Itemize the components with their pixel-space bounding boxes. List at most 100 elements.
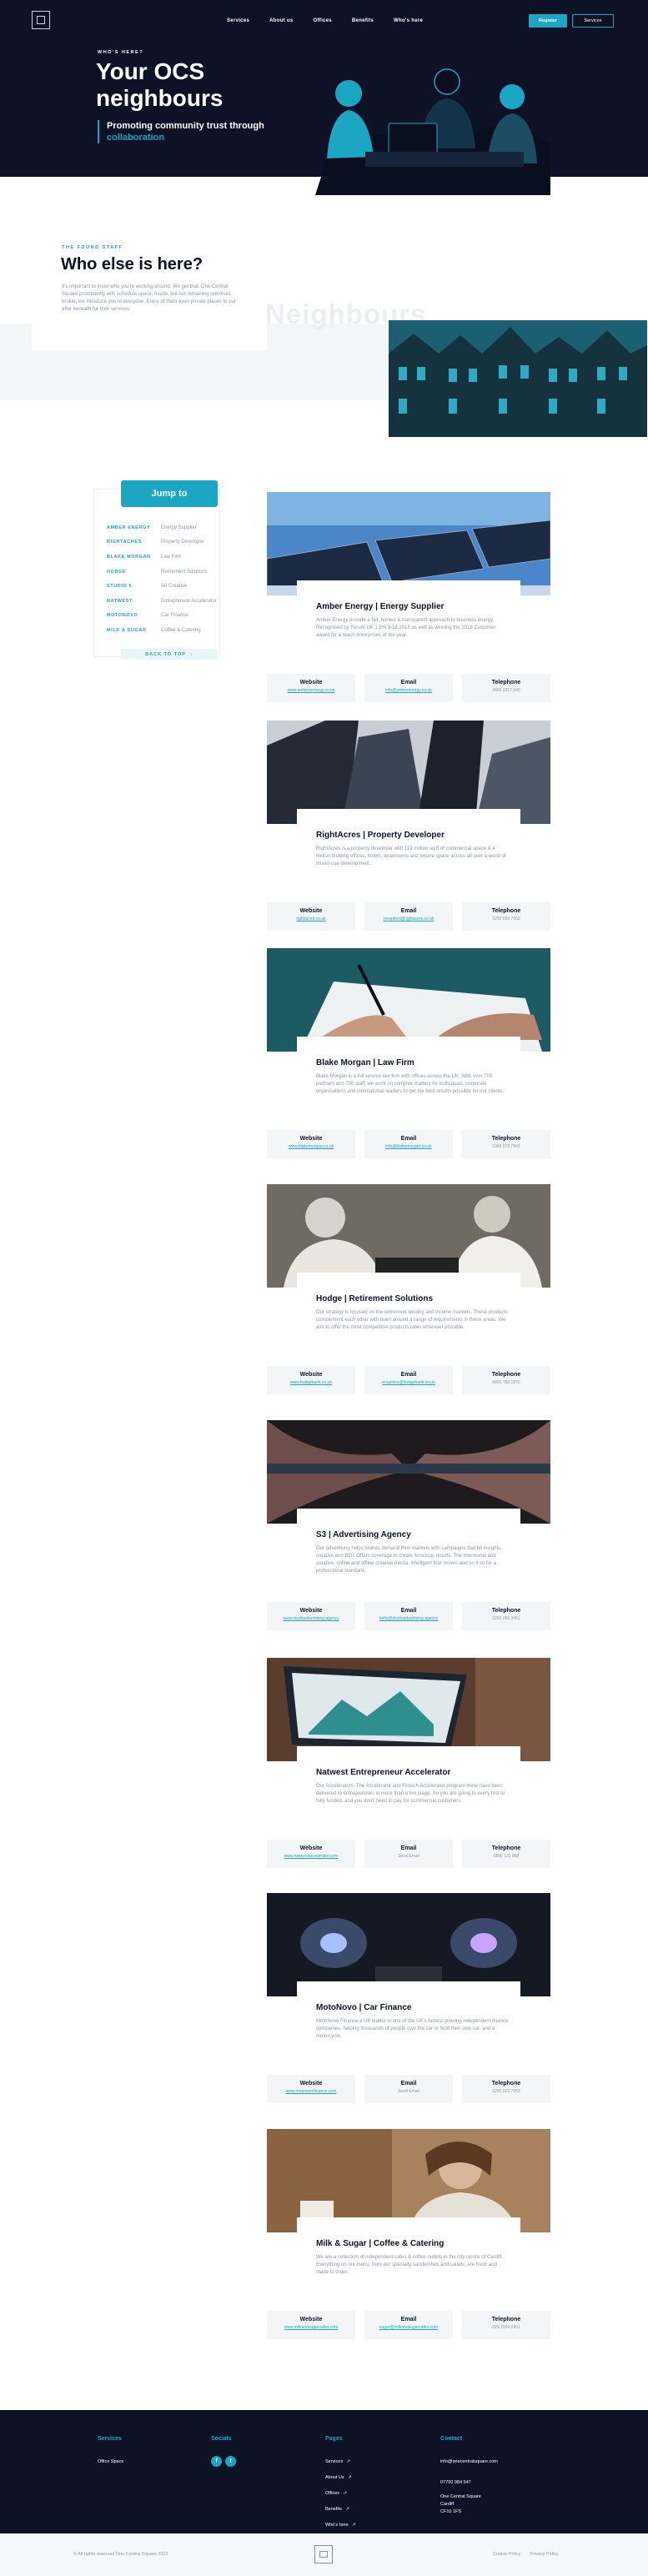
website-label: Website	[299, 2317, 323, 2322]
jump-item[interactable]: MILK & SUGAR Coffee & Catering	[107, 623, 217, 638]
telephone-box: Telephone 0292 066 3461	[462, 1602, 550, 1630]
website-label: Website	[299, 2081, 323, 2086]
email-label: Email	[400, 908, 417, 914]
email-link[interactable]: reception@rightacres.co.uk	[364, 916, 453, 921]
jump-item[interactable]: MOTONOVO Car Finance	[107, 609, 217, 624]
jump-item[interactable]: AMBER ENERGY Energy Supplier	[107, 520, 217, 535]
back-to-top-label: BACK TO TOP	[145, 651, 186, 657]
email-link[interactable]: hello@studioadvertising.agency	[364, 1616, 453, 1621]
footer-services-heading: Services	[98, 2436, 122, 2442]
email-box: Email Send Email	[364, 1840, 453, 1868]
telephone-box: Telephone 0800 2317 640	[462, 674, 550, 702]
footer-link-offices[interactable]: Offices	[325, 2491, 339, 2496]
jump-company: BLAKE MORGAN	[107, 554, 151, 560]
footer-link-services[interactable]: Services	[325, 2459, 343, 2464]
hero-title: Your OCS neighbours	[96, 58, 224, 111]
telephone-label: Telephone	[491, 908, 521, 914]
email-link[interactable]: enquiries@hodgebank.co.uk	[364, 1380, 453, 1385]
jump-company: MOTONOVO	[107, 613, 138, 619]
telephone-value: 0345 873 7843	[492, 1144, 520, 1149]
arrow-icon: ↗	[346, 2459, 351, 2464]
website-box: Website www.motonovofinance.com	[267, 2075, 355, 2103]
services-button[interactable]: Services	[572, 14, 614, 28]
copyright-text: All rights reserved One Central Square 2…	[78, 2552, 168, 2557]
website-link[interactable]: www.motonovofinance.com	[267, 2089, 355, 2094]
website-link[interactable]: www.blakemorgan.co.uk	[267, 1144, 355, 1149]
footer-contact: Contact info@onecentralsquare.com 07700 …	[440, 2436, 498, 2516]
footer-link-benefits[interactable]: Benefits	[325, 2507, 342, 2512]
company-title: RightAcres | Property Developer	[316, 831, 445, 840]
website-label: Website	[299, 1136, 323, 1142]
hero-subtitle-line: Promoting community trust through	[107, 121, 264, 131]
footer-email-link[interactable]: info@onecentralsquare.com	[440, 2459, 498, 2464]
website-box: Website www.blakemorgan.co.uk	[267, 1130, 355, 1158]
nav-benefits[interactable]: Benefits	[352, 18, 374, 23]
email-label: Email	[400, 2081, 417, 2086]
intro-title: Who else is here?	[61, 255, 203, 274]
website-box: Website www.hodgebank.co.uk	[267, 1366, 355, 1394]
nav-about[interactable]: About us	[269, 18, 293, 23]
company-card-amber-energy: Amber Energy | Energy Supplier Amber Ene…	[267, 492, 550, 727]
website-link[interactable]: www.ambersenergy.co.uk	[267, 688, 355, 693]
company-description: Our Accelerators. The Accelerator and Fi…	[316, 1784, 505, 1804]
email-link[interactable]: info@blakemorgan.co.uk	[364, 1144, 453, 1149]
send-email-link[interactable]: Send Email	[364, 1854, 453, 1859]
website-link[interactable]: www.natwestaccelerator.com	[267, 1854, 355, 1859]
email-box: Email hello@studioadvertising.agency	[364, 1602, 453, 1630]
telephone-value: 0800 2317 640	[492, 688, 520, 693]
footer-link-office-space[interactable]: Office Space	[98, 2459, 123, 2464]
footer-phone-link[interactable]: 07700 984 547	[440, 2480, 471, 2485]
website-box: Website www.ambersenergy.co.uk	[267, 674, 355, 702]
company-card-blake-morgan: Blake Morgan | Law Firm Blake Morgan is …	[267, 948, 550, 1183]
nav-whos-here[interactable]: Who's here	[394, 18, 423, 23]
hero-people-illustration	[315, 68, 550, 195]
footer-logo[interactable]	[314, 2545, 333, 2563]
footer-socials: Socials ft	[211, 2436, 239, 2467]
email-box: Email sugar@milkandsugarcafes.com	[364, 2311, 453, 2339]
houses-image	[389, 320, 647, 437]
send-email-link[interactable]: Send Email	[364, 2089, 453, 2094]
footer-address: One Central Square Cardiff CF10 1FS	[440, 2493, 498, 2516]
telephone-label: Telephone	[491, 1608, 521, 1614]
address-line: CF10 1FS	[440, 2509, 462, 2514]
privacy-policy-link[interactable]: Privacy Policy	[530, 2552, 558, 2557]
website-link[interactable]: www.hodgebank.co.uk	[267, 1380, 355, 1385]
nav-offices[interactable]: Offices	[314, 18, 332, 23]
email-link[interactable]: sugar@milkandsugarcafes.com	[364, 2325, 453, 2330]
telephone-label: Telephone	[491, 1136, 521, 1142]
register-button[interactable]: Register	[529, 14, 567, 28]
website-link[interactable]: www.studioadvertising.agency	[267, 1616, 355, 1621]
jump-item[interactable]: RIGHTACRES Property Developer	[107, 535, 217, 550]
jump-to-button[interactable]: Jump to	[121, 480, 218, 507]
jump-item[interactable]: STUDIO 5 Ad Creative	[107, 579, 217, 594]
twitter-icon[interactable]: t	[225, 2456, 236, 2467]
facebook-icon[interactable]: f	[211, 2456, 222, 2467]
company-description: MotoNovo Finance a UK leader in one of t…	[316, 2019, 509, 2039]
telephone-box: Telephone 0345 873 7843	[462, 1130, 550, 1158]
website-link[interactable]: www.milkandsugarcafes.com	[267, 2325, 355, 2330]
website-label: Website	[299, 1845, 323, 1851]
footer-services: Services Office Space	[98, 2436, 123, 2468]
nav-services[interactable]: Services	[227, 18, 249, 23]
jump-item[interactable]: BLAKE MORGAN Law Firm	[107, 550, 217, 565]
website-link[interactable]: rightacres.co.uk	[267, 916, 355, 921]
footer-link-about[interactable]: About Us	[325, 2475, 344, 2480]
site-logo[interactable]	[32, 11, 50, 29]
arrow-up-icon: ↑	[190, 651, 193, 657]
website-label: Website	[299, 1372, 323, 1378]
footer-link-whos-here[interactable]: Who's here	[325, 2523, 349, 2528]
jump-item[interactable]: NATWEST Entrepreneur Accelerator	[107, 594, 217, 609]
back-to-top-button[interactable]: BACK TO TOP ↑	[121, 649, 218, 660]
website-label: Website	[299, 1608, 323, 1614]
company-card-motonovo: MotoNovo | Car Finance MotoNovo Finance …	[267, 1893, 550, 2128]
email-link[interactable]: info@amberenergy.co.uk	[364, 688, 453, 693]
email-box: Email reception@rightacres.co.uk	[364, 902, 453, 931]
cookie-policy-link[interactable]: Cookie Policy	[493, 2552, 520, 2557]
company-description: RightAcres is a property developer with …	[316, 846, 506, 866]
jump-company: MILK & SUGAR	[107, 627, 147, 633]
jump-item[interactable]: HODGE Retirement Solutions	[107, 565, 217, 580]
hero-subtitle: Promoting community trust through collab…	[98, 120, 264, 143]
company-title: Amber Energy | Energy Supplier	[316, 602, 445, 611]
telephone-value: 0800 783 1870	[492, 1380, 520, 1385]
arrow-icon: ↗	[352, 2523, 356, 2528]
